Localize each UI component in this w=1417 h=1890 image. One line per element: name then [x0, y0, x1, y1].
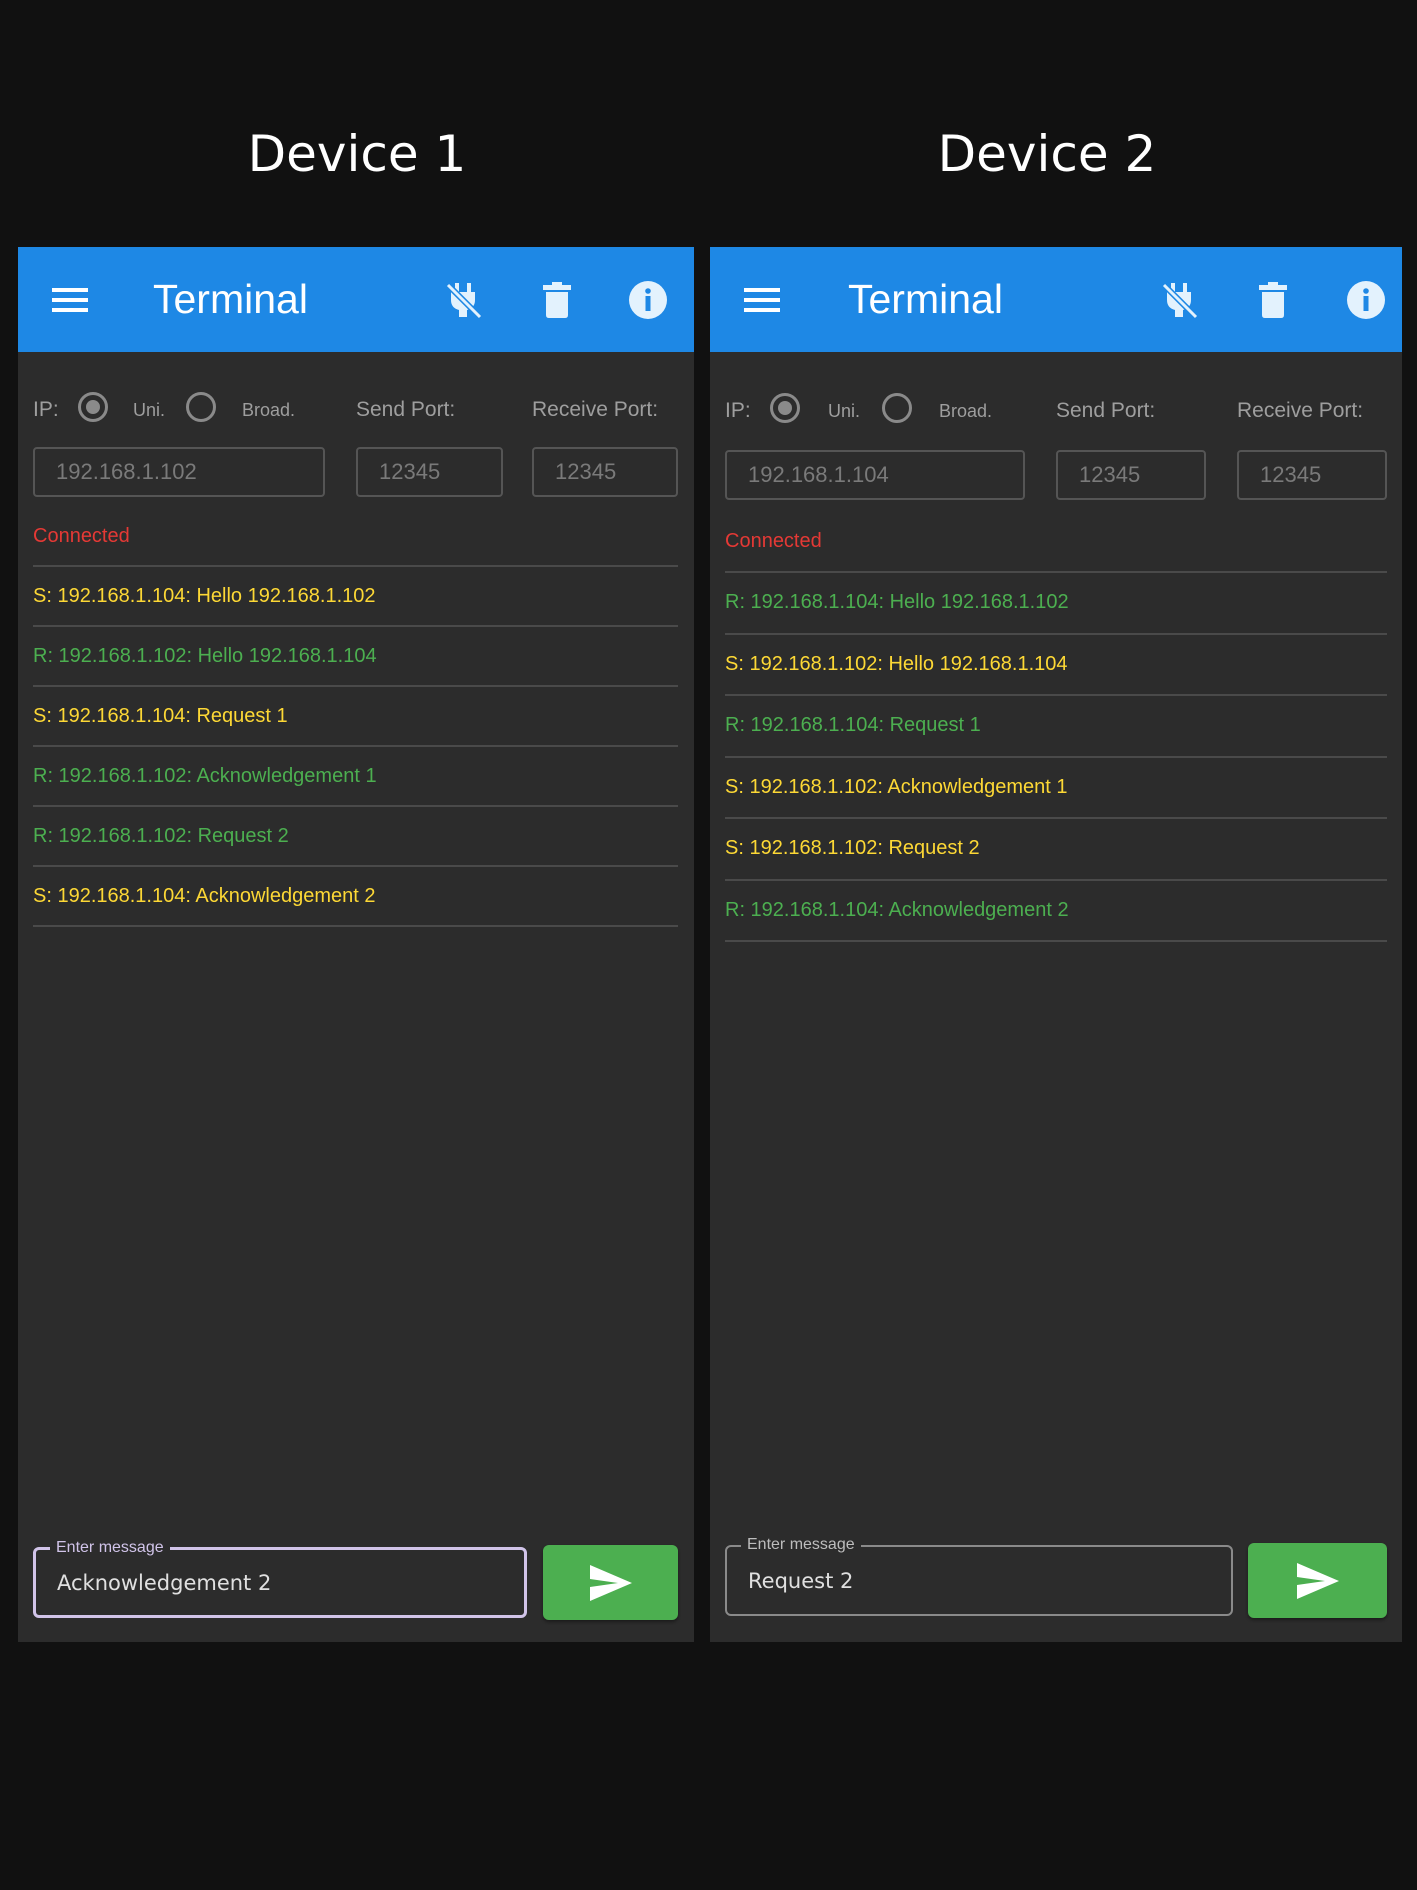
log-entry-sent: S: 192.168.1.104: Request 1 — [33, 687, 678, 747]
send-port-field[interactable]: 12345 — [356, 447, 503, 497]
unicast-radio[interactable] — [78, 392, 108, 422]
ip-label: IP: — [725, 399, 751, 422]
ip-label: IP: — [33, 398, 59, 421]
info-icon — [629, 280, 667, 319]
info-button[interactable] — [1336, 247, 1396, 352]
device2-screen: Terminal IP: Uni. Broad. Send Port: Rece… — [710, 247, 1402, 1642]
power-plug-off-icon — [446, 282, 482, 319]
log-entry-recv: R: 192.168.1.102: Acknowledgement 1 — [33, 747, 678, 807]
connection-settings: IP: Uni. Broad. Send Port: Receive Port:… — [710, 352, 1402, 522]
message-input-value: Request 2 — [748, 1568, 854, 1593]
log-entry-recv: R: 192.168.1.104: Hello 192.168.1.102 — [725, 573, 1387, 635]
log-entry-recv: R: 192.168.1.104: Request 1 — [725, 696, 1387, 758]
device1-screen: Terminal IP: Uni. Broad. Send Port: Rece… — [18, 247, 694, 1642]
send-arrow-icon — [589, 1564, 632, 1601]
message-input[interactable]: Enter message Acknowledgement 2 — [33, 1538, 527, 1618]
receive-port-label: Receive Port: — [532, 398, 659, 421]
message-input[interactable]: Enter message Request 2 — [725, 1535, 1233, 1616]
log-entry-recv: R: 192.168.1.102: Hello 192.168.1.104 — [33, 627, 678, 687]
send-port-field[interactable]: 12345 — [1056, 450, 1206, 500]
send-port-label: Send Port: — [1056, 399, 1156, 422]
menu-button[interactable] — [732, 247, 792, 352]
broadcast-label: Broad. — [242, 400, 296, 420]
log-entry-recv: R: 192.168.1.102: Request 2 — [33, 807, 678, 867]
log-entry-sent: S: 192.168.1.102: Request 2 — [725, 819, 1387, 881]
trash-icon — [1259, 281, 1287, 318]
connection-settings: IP: Uni. Broad. Send Port: Receive Port:… — [18, 352, 694, 522]
app-bar: Terminal — [18, 247, 694, 352]
message-log: R: 192.168.1.104: Hello 192.168.1.102 S: … — [725, 571, 1387, 942]
unicast-radio[interactable] — [770, 393, 800, 423]
receive-port-field[interactable]: 12345 — [1237, 450, 1387, 500]
message-input-value: Acknowledgement 2 — [57, 1570, 272, 1595]
ip-address-field[interactable]: 192.168.1.102 — [33, 447, 325, 497]
receive-port-field[interactable]: 12345 — [532, 447, 678, 497]
broadcast-label: Broad. — [939, 401, 993, 421]
info-icon — [1347, 280, 1385, 319]
log-entry-sent: S: 192.168.1.102: Acknowledgement 1 — [725, 758, 1387, 819]
app-title: Terminal — [153, 276, 308, 322]
device2-heading: Device 2 — [937, 125, 1157, 183]
info-button[interactable] — [618, 247, 678, 352]
log-entry-sent: S: 192.168.1.104: Acknowledgement 2 — [33, 867, 678, 927]
menu-button[interactable] — [40, 247, 100, 352]
message-log: S: 192.168.1.104: Hello 192.168.1.102 R: … — [33, 565, 678, 927]
send-arrow-icon — [1296, 1562, 1339, 1599]
app-title: Terminal — [848, 276, 1003, 322]
app-bar: Terminal — [710, 247, 1402, 352]
clear-log-button[interactable] — [1243, 247, 1303, 352]
receive-port-label: Receive Port: — [1237, 399, 1364, 422]
disconnect-button[interactable] — [434, 247, 494, 352]
ip-address-field[interactable]: 192.168.1.104 — [725, 450, 1025, 500]
device1-heading: Device 1 — [247, 125, 467, 183]
trash-icon — [543, 281, 571, 318]
unicast-label: Uni. — [133, 400, 166, 420]
clear-log-button[interactable] — [527, 247, 587, 352]
comparison-stage: Device 1 Device 2 Terminal IP: Uni. Broa… — [0, 0, 1417, 1890]
unicast-label: Uni. — [828, 401, 861, 421]
connection-status: Connected — [33, 525, 130, 547]
send-button[interactable] — [543, 1545, 678, 1620]
broadcast-radio[interactable] — [882, 393, 912, 423]
log-entry-sent: S: 192.168.1.104: Hello 192.168.1.102 — [33, 567, 678, 627]
send-port-label: Send Port: — [356, 398, 456, 421]
hamburger-menu-icon — [52, 287, 88, 312]
log-entry-sent: S: 192.168.1.102: Hello 192.168.1.104 — [725, 635, 1387, 696]
disconnect-button[interactable] — [1150, 247, 1210, 352]
log-entry-recv: R: 192.168.1.104: Acknowledgement 2 — [725, 881, 1387, 942]
power-plug-off-icon — [1162, 282, 1198, 319]
broadcast-radio[interactable] — [186, 392, 216, 422]
hamburger-menu-icon — [744, 287, 780, 312]
connection-status: Connected — [725, 530, 822, 552]
send-button[interactable] — [1248, 1543, 1387, 1618]
